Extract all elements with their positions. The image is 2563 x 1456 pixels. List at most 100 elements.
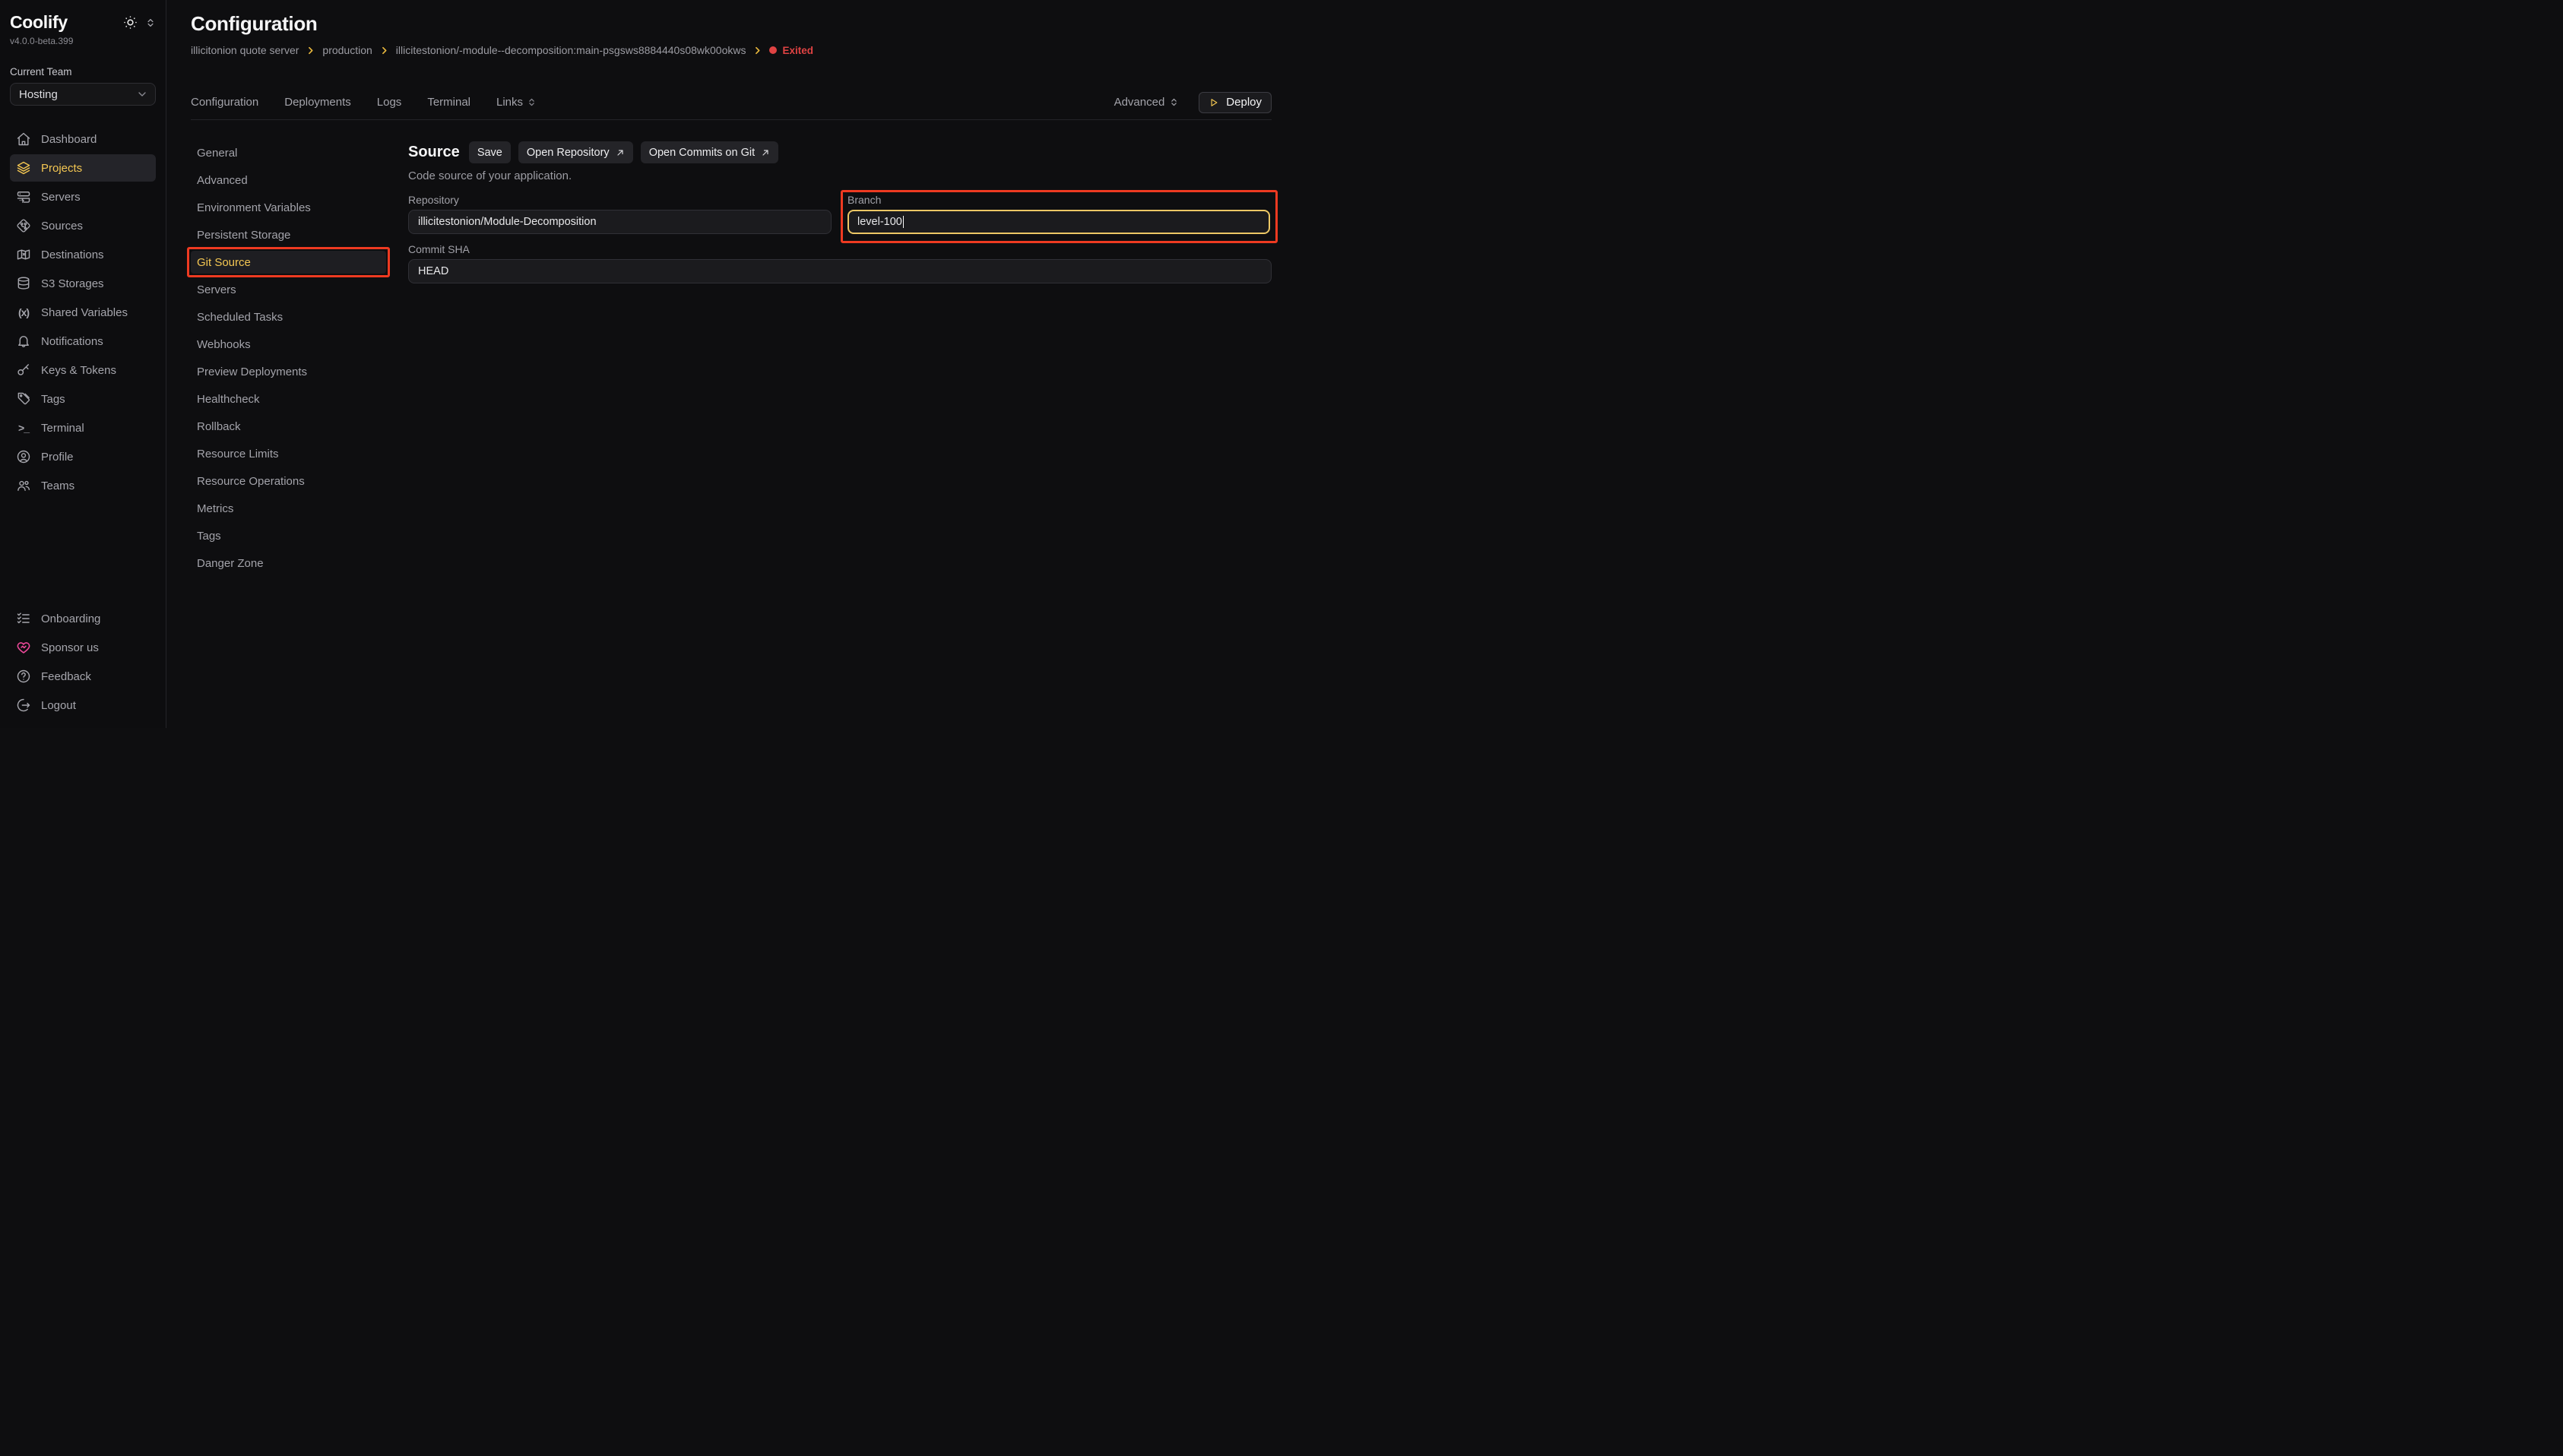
logout-icon xyxy=(16,698,31,713)
branch-input[interactable]: level-100 xyxy=(847,210,1270,234)
subnav-item-rollback[interactable]: Rollback xyxy=(191,415,387,438)
subnav-item-git-source[interactable]: Git Source xyxy=(191,251,386,274)
sidebar-item-terminal[interactable]: >_ Terminal xyxy=(10,414,156,442)
sidebar-item-label: Destinations xyxy=(41,248,104,261)
team-select-value: Hosting xyxy=(19,88,58,101)
sidebar-item-label: Profile xyxy=(41,451,74,464)
breadcrumb-application[interactable]: illicitestonion/-module--decomposition:m… xyxy=(396,44,746,56)
sidebar-item-projects[interactable]: Projects xyxy=(10,154,156,182)
sidebar-item-keys-tokens[interactable]: Keys & Tokens xyxy=(10,356,156,384)
git-source-icon xyxy=(16,218,31,233)
sidebar-item-feedback[interactable]: Feedback xyxy=(10,663,156,690)
sidebar-item-destinations[interactable]: Destinations xyxy=(10,241,156,268)
advanced-dropdown[interactable]: Advanced xyxy=(1114,96,1180,109)
subnav-item-resource-operations[interactable]: Resource Operations xyxy=(191,470,387,492)
chevron-right-icon xyxy=(752,46,762,55)
sidebar-item-label: Sources xyxy=(41,220,83,233)
play-icon xyxy=(1209,97,1219,108)
theme-toggle-sun-icon[interactable] xyxy=(123,15,138,30)
theme-selector-chevrons-icon[interactable] xyxy=(145,17,156,28)
sidebar-item-tags[interactable]: Tags xyxy=(10,385,156,413)
subnav-item-preview-deployments[interactable]: Preview Deployments xyxy=(191,360,387,383)
section-description: Code source of your application. xyxy=(408,169,1272,182)
team-select[interactable]: Hosting xyxy=(10,83,156,106)
key-icon xyxy=(16,362,31,378)
main-area: Configuration illicitonion quote server … xyxy=(166,0,1282,728)
sidebar-item-label: S3 Storages xyxy=(41,277,104,290)
home-icon xyxy=(16,131,31,147)
page-title: Configuration xyxy=(191,12,1272,35)
settings-subnav: General Advanced Environment Variables P… xyxy=(191,141,387,728)
sidebar-item-label: Sponsor us xyxy=(41,641,99,654)
subnav-item-healthcheck[interactable]: Healthcheck xyxy=(191,388,387,410)
subnav-item-general[interactable]: General xyxy=(191,141,387,164)
breadcrumb-project[interactable]: illicitonion quote server xyxy=(191,44,299,56)
tabbar: Configuration Deployments Logs Terminal … xyxy=(191,85,1272,120)
app-logo: Coolify xyxy=(10,12,68,33)
chevrons-up-down-icon xyxy=(1169,97,1179,107)
help-circle-icon xyxy=(16,669,31,684)
sidebar-item-dashboard[interactable]: Dashboard xyxy=(10,125,156,153)
chevron-right-icon xyxy=(379,46,389,55)
current-team-label: Current Team xyxy=(10,66,156,78)
app-window: Coolify v4.0.0-beta.399 Current Team Hos… xyxy=(0,0,1282,728)
sidebar-item-label: Servers xyxy=(41,191,81,204)
deploy-button[interactable]: Deploy xyxy=(1199,92,1272,113)
tab-configuration[interactable]: Configuration xyxy=(191,96,258,109)
chevron-down-icon xyxy=(136,88,148,100)
sidebar-item-sponsor[interactable]: Sponsor us xyxy=(10,634,156,661)
sidebar-item-profile[interactable]: Profile xyxy=(10,443,156,470)
subnav-item-environment-variables[interactable]: Environment Variables xyxy=(191,196,387,219)
app-version: v4.0.0-beta.399 xyxy=(10,36,156,46)
user-circle-icon xyxy=(16,449,31,464)
subnav-item-scheduled-tasks[interactable]: Scheduled Tasks xyxy=(191,305,387,328)
subnav-item-advanced[interactable]: Advanced xyxy=(191,169,387,191)
source-section: Source Save Open Repository Open Commits… xyxy=(408,141,1272,728)
sidebar-item-servers[interactable]: Servers xyxy=(10,183,156,210)
external-link-icon xyxy=(761,148,770,157)
open-repository-button[interactable]: Open Repository xyxy=(518,141,633,163)
tab-deployments[interactable]: Deployments xyxy=(284,96,351,109)
sidebar: Coolify v4.0.0-beta.399 Current Team Hos… xyxy=(0,0,166,728)
breadcrumb: illicitonion quote server production ill… xyxy=(191,44,1272,56)
annotation-box-branch: Branch level-100 xyxy=(841,190,1278,243)
checklist-icon xyxy=(16,611,31,626)
terminal-icon: >_ xyxy=(16,420,31,435)
sidebar-item-logout[interactable]: Logout xyxy=(10,692,156,719)
server-icon xyxy=(16,189,31,204)
bell-icon xyxy=(16,334,31,349)
subnav-item-tags[interactable]: Tags xyxy=(191,524,387,547)
save-button[interactable]: Save xyxy=(469,141,511,163)
branch-label: Branch xyxy=(847,194,1270,207)
subnav-item-metrics[interactable]: Metrics xyxy=(191,497,387,520)
sidebar-item-onboarding[interactable]: Onboarding xyxy=(10,605,156,632)
chevron-right-icon xyxy=(306,46,315,55)
sidebar-item-label: Projects xyxy=(41,162,82,175)
subnav-item-danger-zone[interactable]: Danger Zone xyxy=(191,552,387,574)
sidebar-item-label: Feedback xyxy=(41,670,91,683)
breadcrumb-environment[interactable]: production xyxy=(322,44,372,56)
sidebar-item-s3-storages[interactable]: S3 Storages xyxy=(10,270,156,297)
sidebar-item-teams[interactable]: Teams xyxy=(10,472,156,499)
repository-input[interactable]: illicitestonion/Module-Decomposition xyxy=(408,210,832,234)
tab-logs[interactable]: Logs xyxy=(377,96,402,109)
sidebar-item-notifications[interactable]: Notifications xyxy=(10,328,156,355)
subnav-item-persistent-storage[interactable]: Persistent Storage xyxy=(191,223,387,246)
sidebar-item-sources[interactable]: Sources xyxy=(10,212,156,239)
subnav-item-resource-limits[interactable]: Resource Limits xyxy=(191,442,387,465)
open-commits-button[interactable]: Open Commits on Git xyxy=(641,141,778,163)
annotation-box-git-source: Git Source xyxy=(187,247,390,277)
subnav-item-webhooks[interactable]: Webhooks xyxy=(191,333,387,356)
sidebar-item-shared-variables[interactable]: (x) Shared Variables xyxy=(10,299,156,326)
sidebar-item-label: Notifications xyxy=(41,335,103,348)
subnav-item-servers[interactable]: Servers xyxy=(191,278,387,301)
layers-icon xyxy=(16,160,31,176)
map-icon xyxy=(16,247,31,262)
tab-terminal[interactable]: Terminal xyxy=(427,96,470,109)
chevrons-up-down-icon xyxy=(527,97,537,107)
tab-links[interactable]: Links xyxy=(496,96,537,109)
commit-sha-input[interactable]: HEAD xyxy=(408,259,1272,283)
sidebar-item-label: Dashboard xyxy=(41,133,97,146)
sidebar-nav: Dashboard Projects Servers Sources xyxy=(10,125,156,501)
sidebar-item-label: Keys & Tokens xyxy=(41,364,116,377)
